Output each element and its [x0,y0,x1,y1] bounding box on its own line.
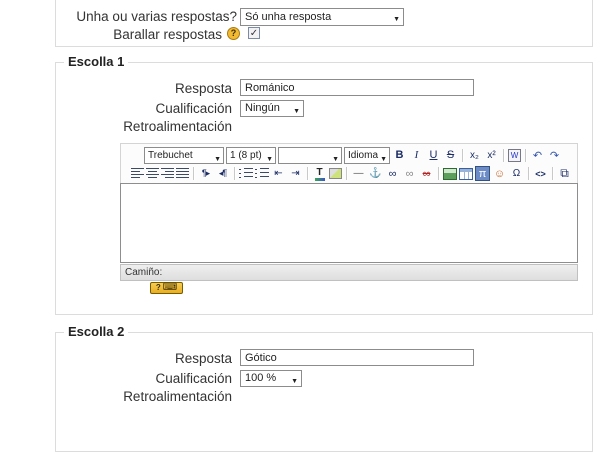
question-type-label: Unha ou varias respostas? [0,9,237,25]
redo-icon[interactable]: ↷ [547,148,562,163]
chevron-down-icon: ▼ [393,12,400,28]
toolbar-separator [462,149,463,162]
nolink-icon[interactable]: ∞ [419,166,434,181]
grade-select[interactable]: 100 % ▼ [240,370,302,387]
question-type-select[interactable]: Só unha resposta ▼ [240,8,404,26]
toolbar-separator [438,167,439,180]
shuffle-answers-checkbox[interactable]: ✓ [248,27,260,39]
equation-editor-icon[interactable]: π [475,166,490,181]
toolbar-separator [234,167,235,180]
chevron-down-icon: ▼ [291,374,298,389]
special-character-icon[interactable]: Ω [509,166,524,181]
justify-left-icon[interactable] [131,168,144,179]
html-source-icon[interactable]: <> [533,166,548,181]
font-color-icon[interactable]: T [312,166,327,181]
help-icon: ? [156,283,161,293]
editor-path-bar: Camiño: [120,264,578,281]
grade-label: Cualificación [0,371,232,387]
keyboard-help-button[interactable]: ? ⌨ [150,282,183,294]
emoticon-icon[interactable]: ☺ [492,166,507,181]
direction-rtl-icon[interactable]: ◂¶ [215,166,230,181]
grade-label: Cualificación [0,101,232,117]
editor-toolbar: Trebuchet ▼ 1 (8 pt) ▼ ▼ Idioma ▼ B I U … [120,143,578,183]
strikethrough-icon[interactable]: S [443,148,458,163]
anchor-icon[interactable]: ⚓ [368,166,383,181]
editor-toolbar-row-1: Trebuchet ▼ 1 (8 pt) ▼ ▼ Idioma ▼ B I U … [144,146,562,164]
grade-selected-value: 100 % [245,372,276,384]
format-select[interactable]: ▼ [278,147,342,164]
language-value: Idioma [348,150,378,161]
font-family-value: Trebuchet [148,150,193,161]
answer-label: Resposta [0,81,232,97]
chevron-down-icon: ▼ [293,104,300,119]
justify-center-icon[interactable] [146,168,159,179]
toolbar-separator [525,149,526,162]
bullet-list-icon[interactable] [255,168,269,179]
grade-select[interactable]: Ningún ▼ [240,100,304,117]
underline-icon[interactable]: U [426,148,441,163]
toolbar-separator [528,167,529,180]
fullscreen-editor-icon[interactable]: ⧉ [557,166,572,181]
font-family-select[interactable]: Trebuchet ▼ [144,147,224,164]
toolbar-separator [552,167,553,180]
feedback-label: Retroalimentación [0,119,232,135]
clean-word-html-icon[interactable]: W [508,149,521,162]
help-icon[interactable]: ? [227,27,240,40]
subscript-icon[interactable]: x₂ [467,148,482,163]
grade-selected-value: Ningún [245,102,280,114]
feedback-label: Retroalimentación [0,389,232,405]
editor-toolbar-row-2: ¶▸ ◂¶ ⇤ ⇥ T — ⚓ ∞ ∞ ∞ π ☺ Ω <> ⧉ [131,165,572,182]
choice-2-legend: Escolla 2 [64,325,128,339]
horizontal-rule-icon[interactable]: — [351,166,366,181]
toolbar-separator [307,167,308,180]
choice-1-legend: Escolla 1 [64,55,128,69]
toolbar-separator [503,149,504,162]
keyboard-icon: ⌨ [163,283,177,293]
undo-icon[interactable]: ↶ [530,148,545,163]
question-edit-form: { "general": { "question_type_label": "U… [0,0,600,404]
question-type-selected-value: Só unha resposta [245,11,331,23]
justify-full-icon[interactable] [176,168,189,179]
direction-ltr-icon[interactable]: ¶▸ [198,166,213,181]
shuffle-answers-label: Barallar respostas [0,27,222,43]
toolbar-separator [193,167,194,180]
insert-image-icon[interactable] [443,168,457,180]
justify-right-icon[interactable] [161,168,174,179]
unlink-icon[interactable]: ∞ [402,166,417,181]
ordered-list-icon[interactable] [239,168,253,179]
indent-icon[interactable]: ⇥ [288,166,303,181]
superscript-icon[interactable]: x² [484,148,499,163]
answer-input[interactable] [240,349,474,366]
link-icon[interactable]: ∞ [385,166,400,181]
toolbar-separator [346,167,347,180]
bold-icon[interactable]: B [392,148,407,163]
italic-icon[interactable]: I [409,148,424,163]
outdent-icon[interactable]: ⇤ [271,166,286,181]
insert-table-icon[interactable] [459,168,473,180]
highlight-color-icon[interactable] [329,168,342,179]
answer-input[interactable] [240,79,474,96]
font-size-value: 1 (8 pt) [230,150,262,161]
language-select[interactable]: Idioma ▼ [344,147,390,164]
font-size-select[interactable]: 1 (8 pt) ▼ [226,147,276,164]
answer-label: Resposta [0,351,232,367]
editor-canvas[interactable] [120,183,578,263]
